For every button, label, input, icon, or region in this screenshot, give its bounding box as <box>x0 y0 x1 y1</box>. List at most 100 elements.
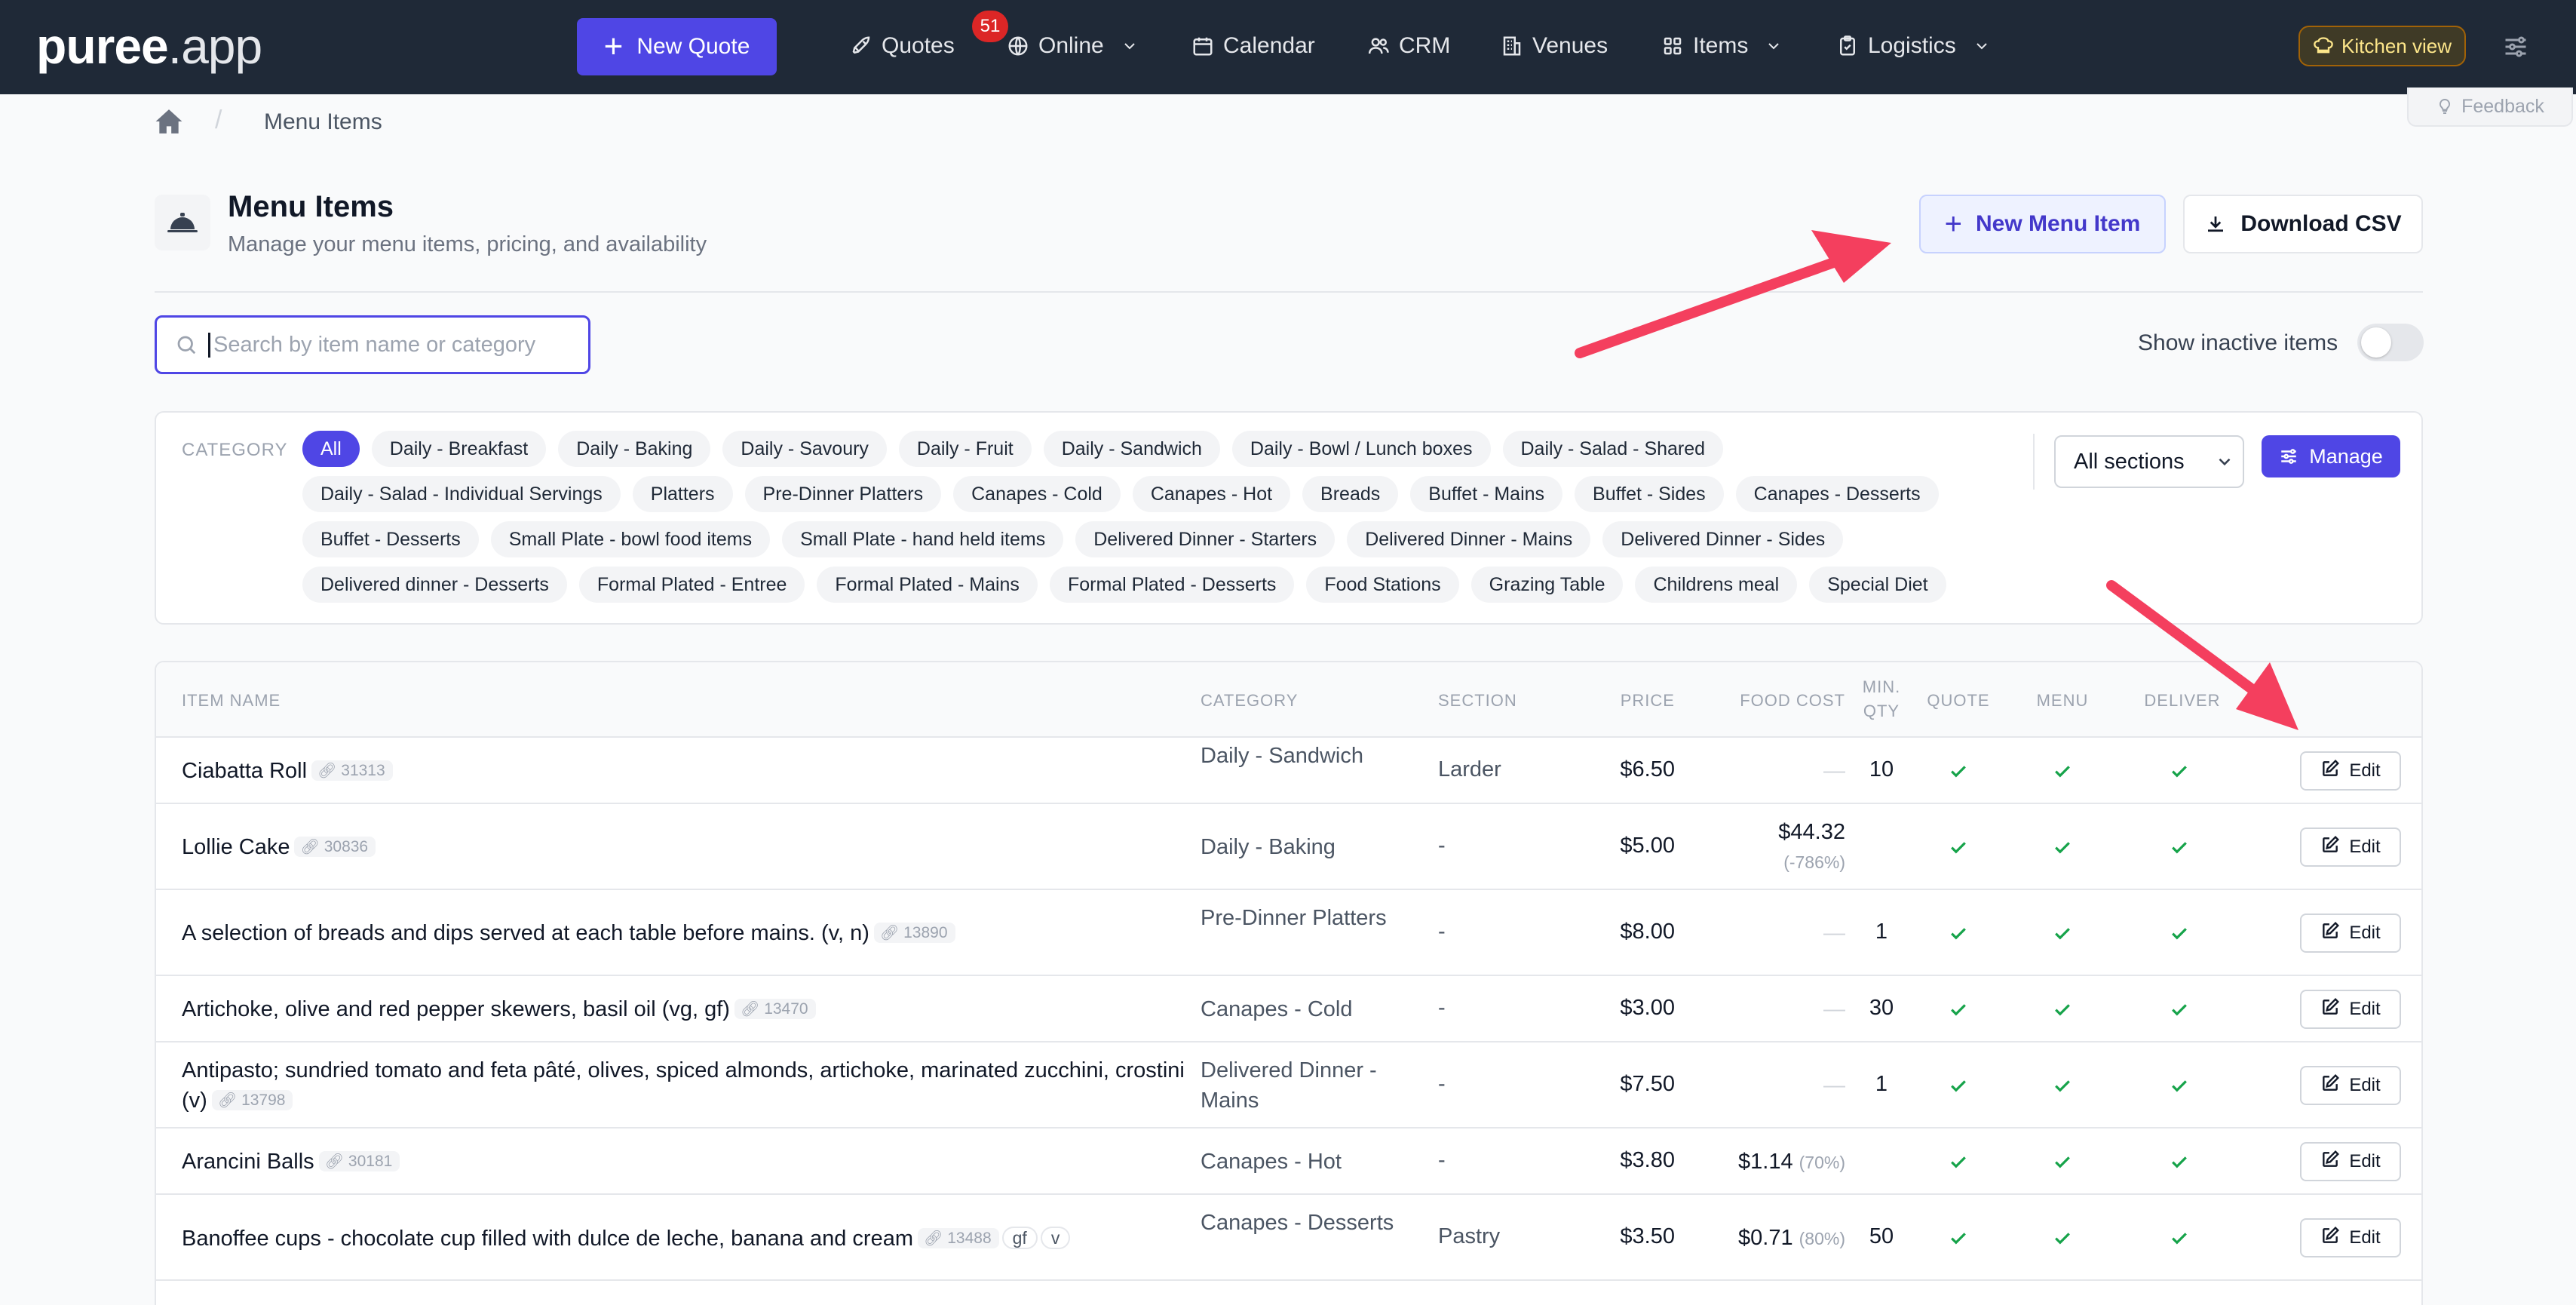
col-quote[interactable]: QUOTE <box>1921 691 1996 711</box>
edit-button[interactable]: Edit <box>2300 914 2401 953</box>
edit-button[interactable]: Edit <box>2300 1218 2401 1257</box>
category-chip[interactable]: Formal Plated - Mains <box>817 567 1038 603</box>
category-chip[interactable]: Buffet - Sides <box>1575 476 1724 512</box>
col-item-name[interactable]: ITEM NAME <box>182 691 281 711</box>
food-cost-empty: — <box>1823 997 1845 1021</box>
col-price[interactable]: PRICE <box>1577 691 1675 711</box>
sections-select[interactable]: All sections <box>2054 435 2244 488</box>
category-chip[interactable]: Buffet - Mains <box>1410 476 1563 512</box>
category-chip[interactable]: Formal Plated - Desserts <box>1049 567 1295 603</box>
category-chip[interactable]: Canapes - Hot <box>1132 476 1291 512</box>
category-chip[interactable]: All <box>302 431 360 467</box>
table-row[interactable]: A selection of breads and dips served at… <box>156 890 2421 976</box>
category-chip[interactable]: Small Plate - bowl food items <box>490 521 771 557</box>
nav-calendar[interactable]: Calendar <box>1191 29 1315 63</box>
col-min-qty-line1[interactable]: MIN. <box>1844 677 1919 697</box>
category-chip[interactable]: Delivered Dinner - Sides <box>1602 521 1844 557</box>
col-min-qty-line2[interactable]: QTY <box>1844 702 1919 721</box>
table-row[interactable]: Ciabatta Roll 🔗︎ 31313 Daily - Sandwich Lar… <box>156 738 2421 804</box>
table-row[interactable]: Artichoke, olive and red pepper skewers,… <box>156 976 2421 1042</box>
delivery-check-icon <box>2168 1227 2191 1249</box>
item-food-cost: $44.32 (-786%) <box>1710 817 1845 877</box>
food-cost-value: $0.71 <box>1738 1226 1793 1250</box>
category-chip[interactable]: Platters <box>632 476 733 512</box>
feedback-tab[interactable]: Feedback <box>2407 88 2573 127</box>
col-category[interactable]: CATEGORY <box>1201 691 1298 711</box>
app-logo[interactable]: puree.app <box>36 20 262 72</box>
edit-button[interactable]: Edit <box>2300 751 2401 791</box>
manage-button[interactable]: Manage <box>2262 435 2400 477</box>
edit-button[interactable]: Edit <box>2300 990 2401 1029</box>
nav-items[interactable]: Items <box>1661 29 1783 63</box>
search-icon <box>177 336 196 355</box>
category-chip[interactable]: Childrens meal <box>1635 567 1798 603</box>
edit-label: Edit <box>2349 1227 2381 1248</box>
item-category: Canapes - Cold <box>1201 997 1353 1021</box>
item-price: $3.80 <box>1620 1148 1675 1172</box>
item-name[interactable]: Artichoke, olive and red pepper skewers,… <box>182 994 1192 1024</box>
category-chip[interactable]: Food Stations <box>1306 567 1459 603</box>
col-food-cost[interactable]: FOOD COST <box>1694 691 1845 711</box>
settings-sliders-icon[interactable] <box>2502 33 2529 60</box>
item-name[interactable]: Banoffee cups - chocolate cup filled wit… <box>182 1223 1192 1254</box>
col-delivery[interactable]: DELIVER <box>2141 691 2224 711</box>
item-name[interactable]: Arancini Balls 🔗︎ 30181 <box>182 1147 1192 1177</box>
category-chip[interactable]: Daily - Savoury <box>722 431 887 467</box>
table-row[interactable]: Arancini Balls 🔗︎ 30181 Canapes - Hot - $3.8… <box>156 1128 2421 1195</box>
category-chip[interactable]: Daily - Breakfast <box>371 431 547 467</box>
item-name-text: Antipasto; sundried tomato and feta pâté… <box>182 1058 1185 1113</box>
nav-online[interactable]: Online <box>1007 29 1139 63</box>
category-chip[interactable]: Grazing Table <box>1470 567 1624 603</box>
category-chip[interactable]: Daily - Baking <box>558 431 711 467</box>
category-chip[interactable]: Daily - Fruit <box>898 431 1032 467</box>
edit-icon <box>2320 759 2340 784</box>
new-menu-item-button[interactable]: + New Menu Item <box>1919 195 2166 253</box>
category-chip[interactable]: Canapes - Desserts <box>1735 476 1939 512</box>
home-icon[interactable] <box>155 108 185 135</box>
nav-venues[interactable]: Venues <box>1501 29 1608 63</box>
item-name[interactable]: Ciabatta Roll 🔗︎ 31313 <box>182 756 1192 786</box>
nav-logistics[interactable]: Logistics <box>1836 29 1991 63</box>
category-chip[interactable]: Daily - Bowl / Lunch boxes <box>1231 431 1491 467</box>
search-input[interactable] <box>208 332 570 358</box>
new-quote-button[interactable]: + New Quote <box>577 18 777 75</box>
search-box[interactable] <box>155 315 590 374</box>
menu-check-icon <box>2051 1150 2074 1173</box>
quotes-count-badge: 51 <box>972 11 1008 42</box>
category-chip[interactable]: Daily - Salad - Individual Servings <box>302 476 621 512</box>
table-row[interactable]: Antipasto; sundried tomato and feta pâté… <box>156 1042 2421 1128</box>
table-row[interactable]: Lollie Cake 🔗︎ 30836 Daily - Baking - $5.00 $… <box>156 804 2421 890</box>
category-chip[interactable]: Buffet - Desserts <box>302 521 479 557</box>
nav-crm[interactable]: CRM <box>1367 29 1450 63</box>
category-chip[interactable]: Delivered dinner - Desserts <box>302 567 567 603</box>
category-chip[interactable]: Daily - Sandwich <box>1043 431 1220 467</box>
category-chip[interactable]: Delivered Dinner - Mains <box>1347 521 1591 557</box>
nav-quotes[interactable]: Quotes <box>850 29 955 63</box>
col-menu[interactable]: MENU <box>2025 691 2100 711</box>
show-inactive-toggle[interactable] <box>2357 324 2424 361</box>
edit-button[interactable]: Edit <box>2300 1142 2401 1181</box>
item-min-qty: 10 <box>1869 757 1894 781</box>
quote-check-icon <box>1947 1074 1970 1097</box>
category-chip[interactable]: Daily - Salad - Shared <box>1502 431 1724 467</box>
category-chip[interactable]: Delivered Dinner - Starters <box>1075 521 1336 557</box>
category-chip[interactable]: Pre-Dinner Platters <box>744 476 942 512</box>
item-name[interactable]: A selection of breads and dips served at… <box>182 918 1192 948</box>
chip-row: All Daily - Breakfast Daily - Baking Daily … <box>302 431 2142 467</box>
edit-button[interactable]: Edit <box>2300 1066 2401 1105</box>
item-name-text: A selection of breads and dips served at… <box>182 921 869 945</box>
category-chip[interactable]: Breads <box>1302 476 1399 512</box>
kitchen-view-button[interactable]: Kitchen view <box>2298 26 2466 66</box>
edit-button[interactable]: Edit <box>2300 828 2401 867</box>
col-section[interactable]: SECTION <box>1438 691 1517 711</box>
table-row[interactable]: Banoffee cups - chocolate cup filled wit… <box>156 1195 2421 1281</box>
item-category: Canapes - Hot <box>1201 1150 1342 1174</box>
category-chip[interactable]: Formal Plated - Entree <box>578 567 805 603</box>
item-name[interactable]: Lollie Cake 🔗︎ 30836 <box>182 832 1192 862</box>
download-csv-button[interactable]: Download CSV <box>2183 195 2423 253</box>
category-chip[interactable]: Small Plate - hand held items <box>782 521 1064 557</box>
item-name[interactable]: Antipasto; sundried tomato and feta pâté… <box>182 1055 1192 1116</box>
category-chip[interactable]: Special Diet <box>1809 567 1946 603</box>
category-chip[interactable]: Canapes - Cold <box>953 476 1121 512</box>
menu-check-icon <box>2051 1227 2074 1249</box>
